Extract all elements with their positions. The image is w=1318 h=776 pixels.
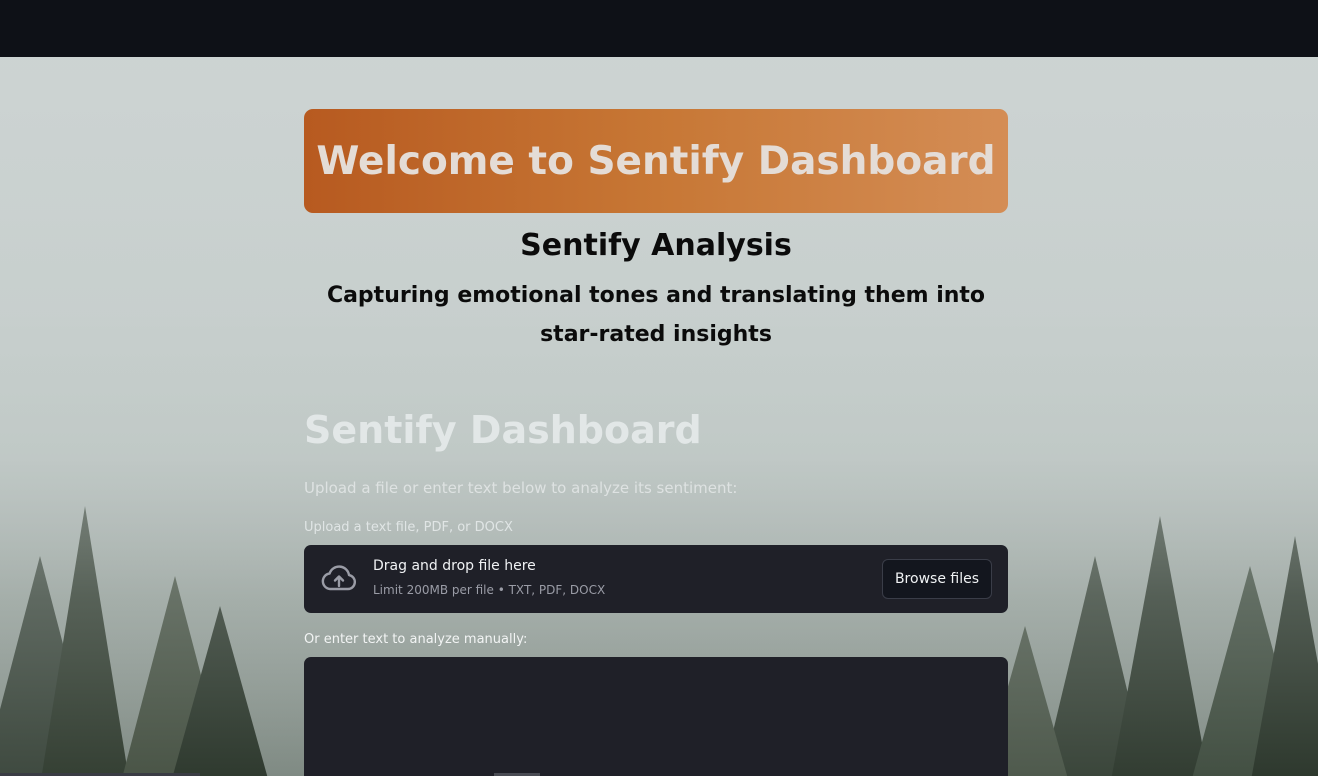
dashboard-intro: Upload a file or enter text below to ana… xyxy=(304,479,738,497)
manual-text-input[interactable] xyxy=(304,657,1008,776)
browse-files-button[interactable]: Browse files xyxy=(881,559,992,599)
file-uploader-label: Upload a text file, PDF, or DOCX xyxy=(304,520,513,535)
file-dropzone[interactable]: Drag and drop file here Limit 200MB per … xyxy=(304,545,1008,613)
cloud-upload-icon xyxy=(321,565,357,591)
dropzone-limit-text: Limit 200MB per file • TXT, PDF, DOCX xyxy=(373,583,606,597)
welcome-banner: Welcome to Sentify Dashboard xyxy=(304,109,1008,213)
analysis-subtitle: Capturing emotional tones and translatin… xyxy=(326,283,986,347)
dashboard-heading: Sentify Dashboard xyxy=(304,408,702,452)
app-header-bar xyxy=(0,0,1318,57)
banner-title: Welcome to Sentify Dashboard xyxy=(316,138,996,184)
manual-text-label: Or enter text to analyze manually: xyxy=(304,632,528,647)
dropzone-instructions: Drag and drop file here xyxy=(373,558,536,574)
analysis-title: Sentify Analysis xyxy=(520,228,792,263)
